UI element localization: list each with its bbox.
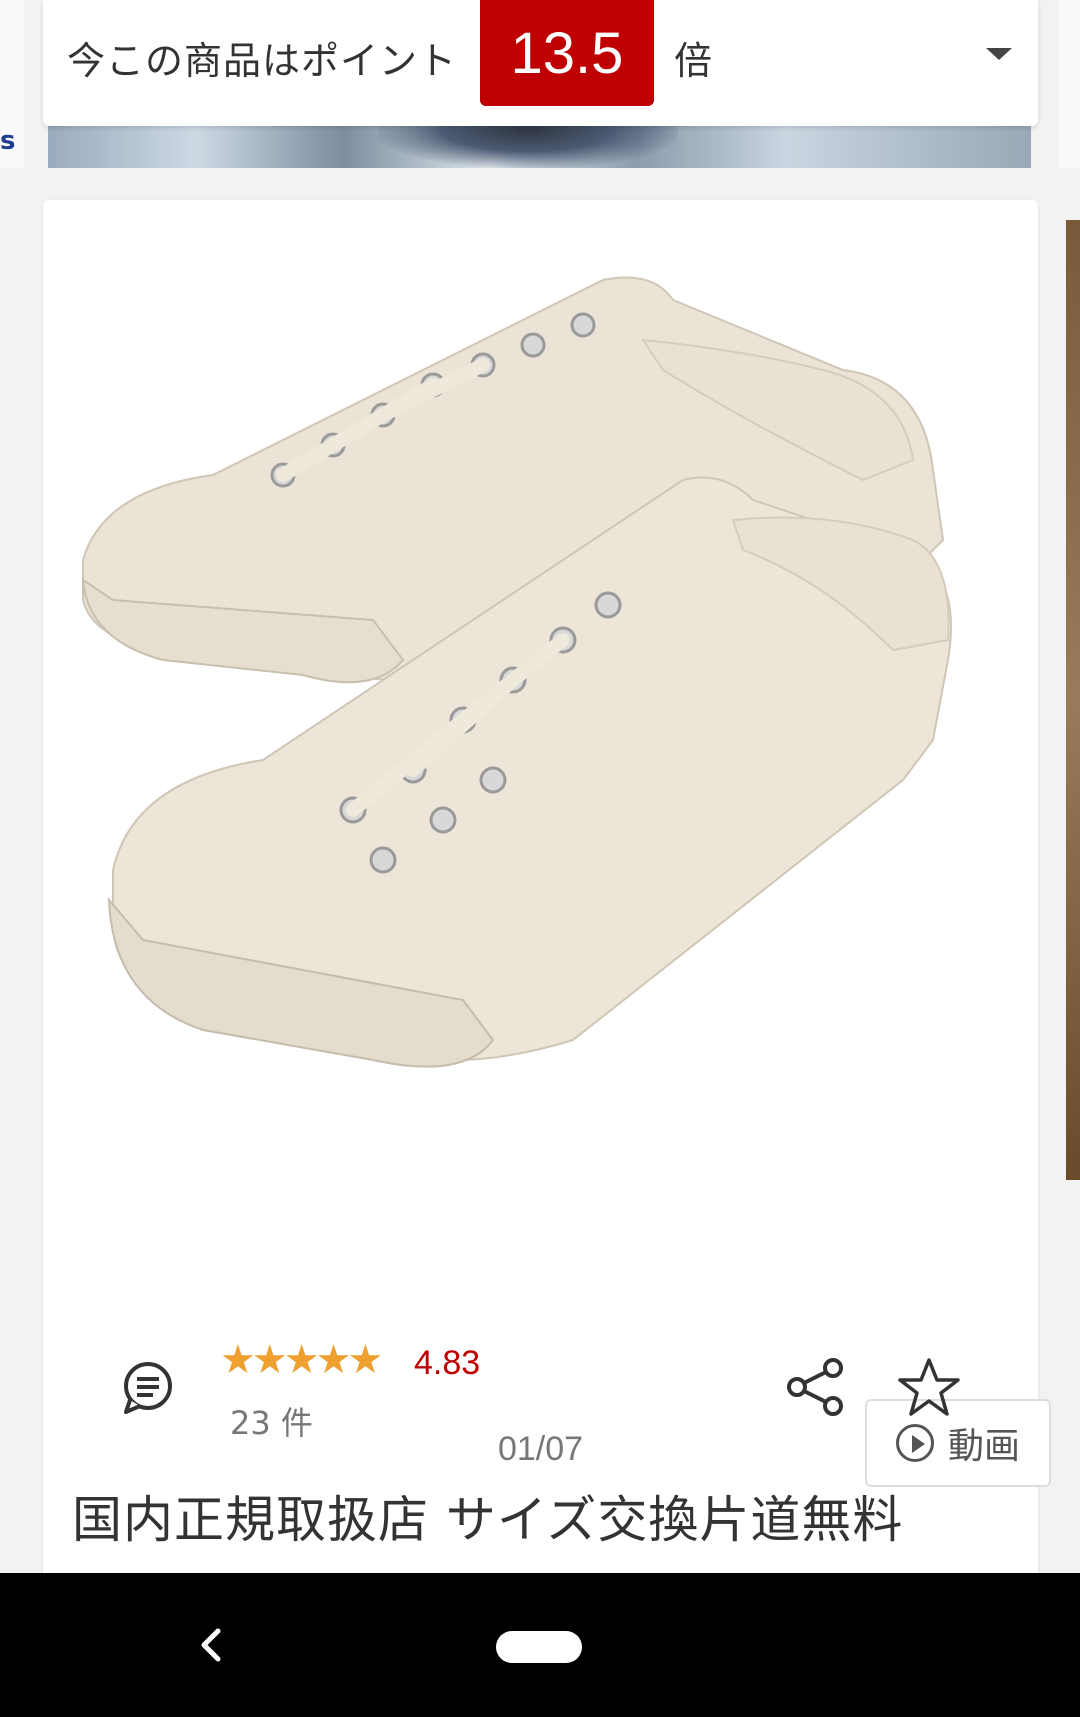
play-circle-icon — [895, 1424, 934, 1462]
next-image-peek[interactable] — [1066, 220, 1080, 1180]
rating-stars[interactable]: ★★★★★ — [220, 1337, 383, 1383]
system-navigation-bar — [0, 1573, 1080, 1717]
video-button-label: 動画 — [947, 1426, 1020, 1467]
previous-banner-peek[interactable]: s — [0, 0, 24, 168]
home-pill-icon[interactable] — [496, 1631, 582, 1663]
star-outline-icon[interactable] — [897, 1356, 961, 1420]
rating-value[interactable]: 4.83 — [414, 1344, 480, 1383]
next-banner-peek[interactable] — [1058, 0, 1080, 168]
product-card: 01/07 動画 — [43, 200, 1051, 1590]
chat-bubble-icon[interactable] — [120, 1360, 176, 1416]
points-prefix-text: 今この商品はポイント — [67, 39, 458, 83]
review-count[interactable]: 23 件 — [230, 1398, 313, 1444]
points-suffix-text: 倍 — [674, 39, 713, 83]
banner-image[interactable] — [48, 120, 1031, 168]
share-icon[interactable] — [785, 1356, 847, 1418]
product-page: s 今この商品はポイント 13.5 倍 01/07 動画 ★★★★★ 4.83 … — [0, 0, 1080, 1717]
product-title: 国内正規取扱店 サイズ交換片道無料 — [72, 1491, 904, 1549]
product-image[interactable] — [43, 220, 1038, 1180]
points-multiplier-badge: 13.5 — [480, 0, 654, 106]
points-bar[interactable]: 今この商品はポイント 13.5 倍 — [43, 0, 1038, 126]
chevron-down-icon[interactable] — [986, 48, 1012, 60]
back-chevron-icon[interactable] — [190, 1621, 230, 1669]
